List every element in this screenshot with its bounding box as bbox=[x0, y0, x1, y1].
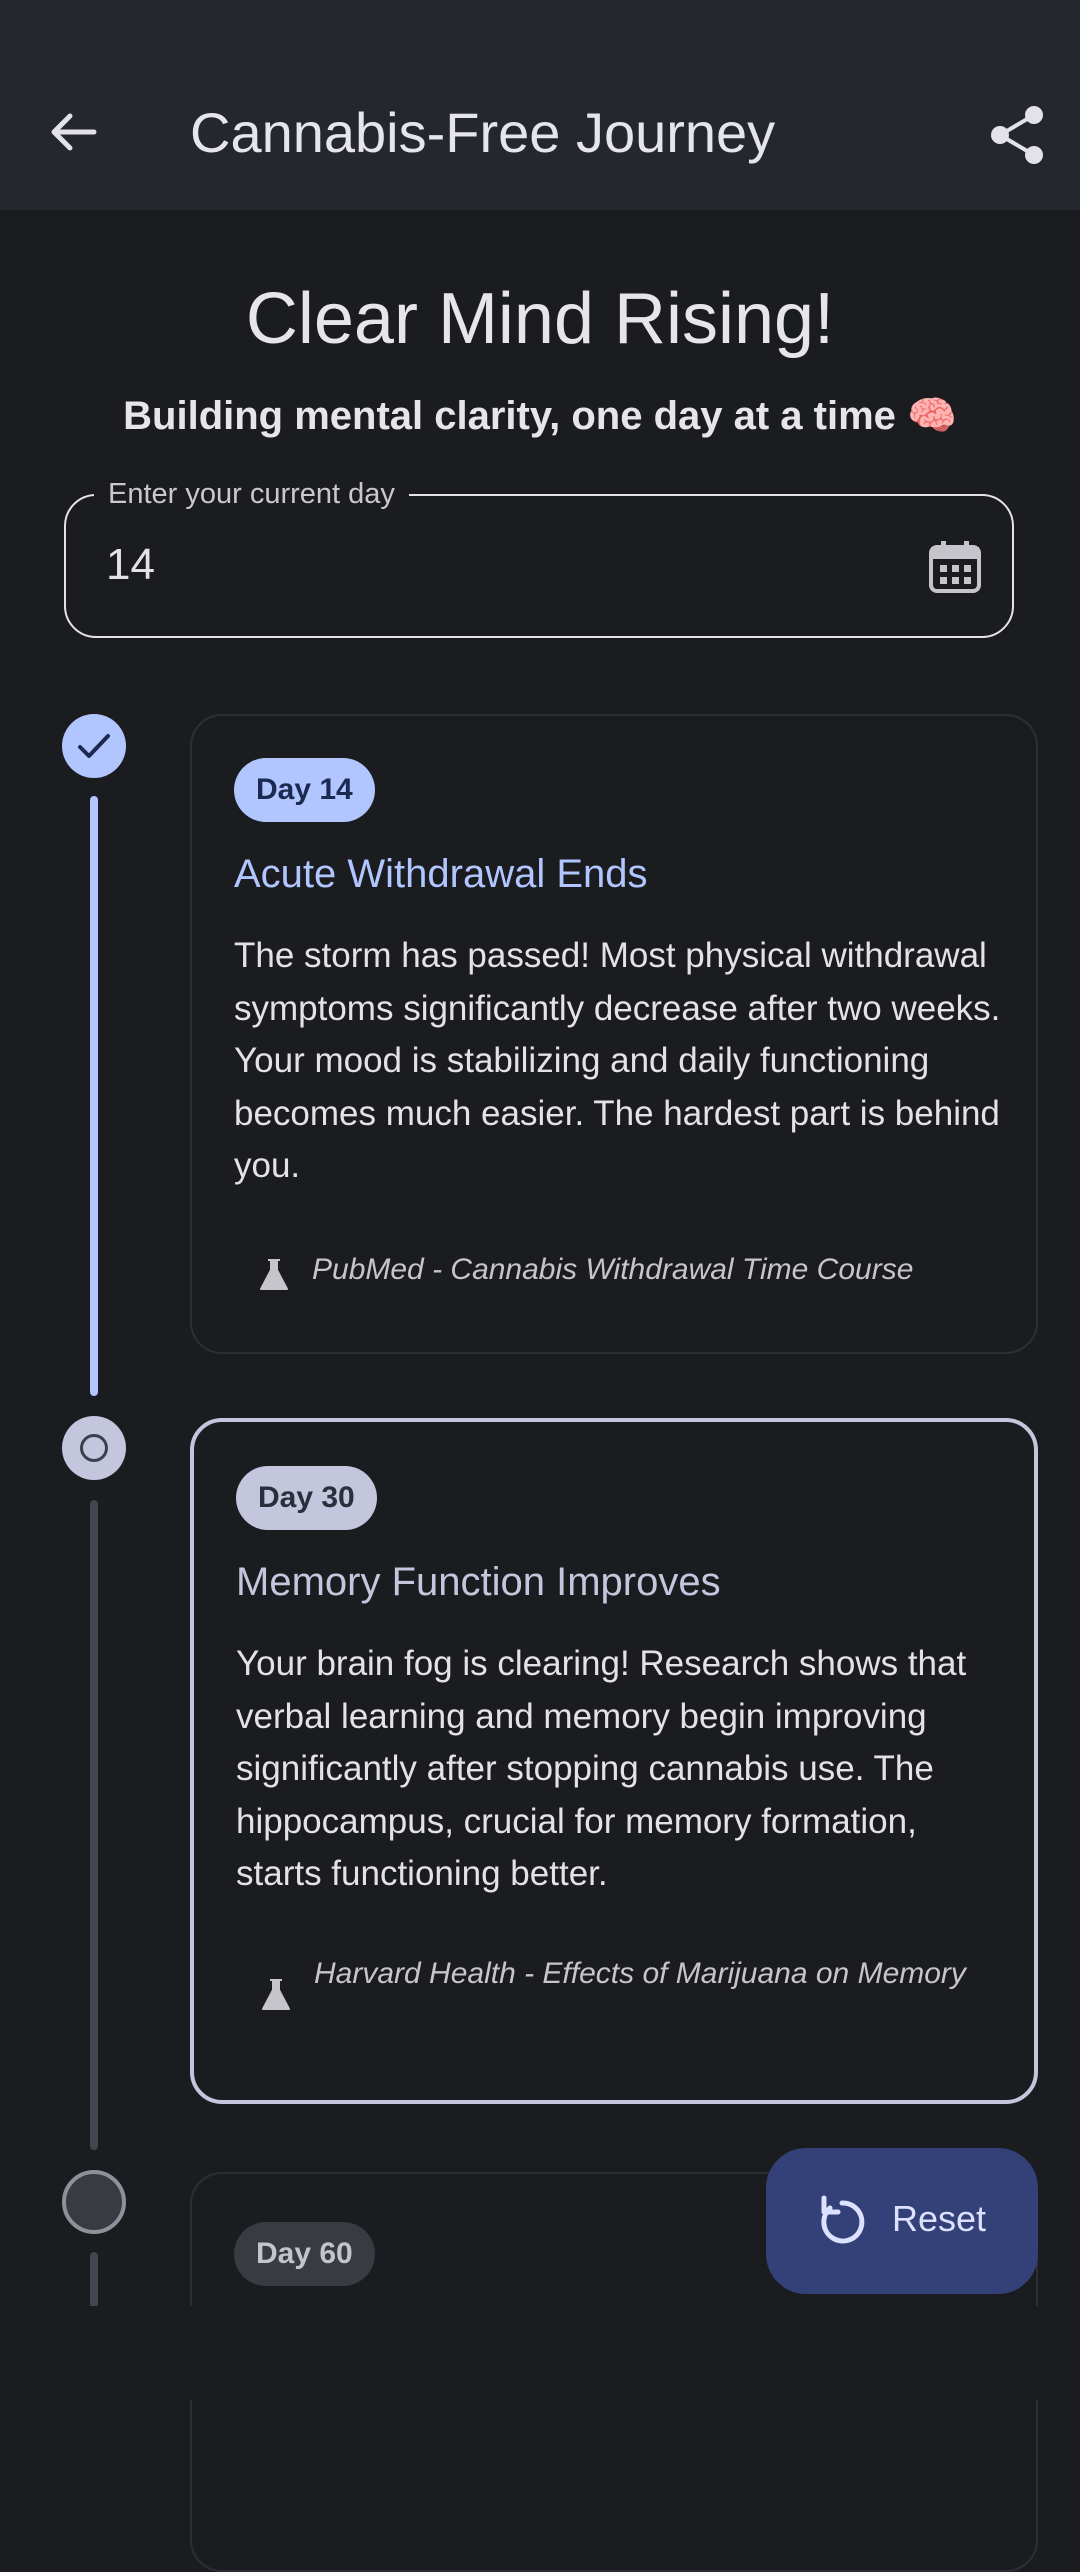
day-chip: Day 14 bbox=[234, 758, 375, 822]
top-app-bar: Cannabis-Free Journey bbox=[0, 0, 1080, 210]
source-text: PubMed - Cannabis Withdrawal Time Course bbox=[312, 1253, 914, 1286]
flask-icon bbox=[262, 1979, 290, 2010]
day-chip: Day 60 bbox=[234, 2222, 375, 2286]
flask-icon bbox=[260, 1259, 288, 1290]
bottom-inset bbox=[0, 2306, 1080, 2400]
timeline-connector bbox=[90, 1500, 98, 2150]
back-arrow-icon[interactable] bbox=[44, 102, 104, 162]
milestone-card[interactable]: Day 14 Acute Withdrawal Ends The storm h… bbox=[190, 714, 1038, 1354]
check-icon bbox=[78, 734, 110, 758]
milestone-description: The storm has passed! Most physical with… bbox=[234, 936, 1001, 1185]
current-day-label: Enter your current day bbox=[94, 478, 409, 511]
page-title: Clear Mind Rising! bbox=[245, 279, 835, 359]
app-title: Cannabis-Free Journey bbox=[190, 101, 776, 164]
reset-button[interactable]: Reset bbox=[766, 2148, 1038, 2294]
day-chip: Day 30 bbox=[236, 1466, 377, 1530]
timeline-node-current bbox=[62, 1416, 126, 1480]
calendar-icon[interactable] bbox=[928, 540, 982, 594]
timeline-node-upcoming bbox=[62, 2170, 126, 2234]
reset-label: Reset bbox=[892, 2198, 987, 2239]
milestone-description: Your brain fog is clearing! Research sho… bbox=[236, 1644, 967, 1893]
milestone-title: Memory Function Improves bbox=[236, 1560, 721, 1604]
circle-icon bbox=[80, 1434, 108, 1462]
page-subtitle: Building mental clarity, one day at a ti… bbox=[123, 394, 957, 438]
reset-icon bbox=[821, 2195, 865, 2244]
timeline-connector bbox=[90, 2252, 98, 2308]
timeline-node-completed bbox=[62, 714, 126, 778]
current-day-field[interactable]: Enter your current day 14 bbox=[64, 478, 1014, 638]
share-icon[interactable] bbox=[990, 105, 1046, 165]
milestone-title: Acute Withdrawal Ends bbox=[234, 852, 648, 896]
current-day-input[interactable]: 14 bbox=[106, 540, 155, 590]
milestone-card-current[interactable]: Day 30 Memory Function Improves Your bra… bbox=[190, 1418, 1038, 2104]
timeline-connector-completed bbox=[90, 796, 98, 1396]
source-text: Harvard Health - Effects of Marijuana on… bbox=[314, 1957, 966, 1990]
